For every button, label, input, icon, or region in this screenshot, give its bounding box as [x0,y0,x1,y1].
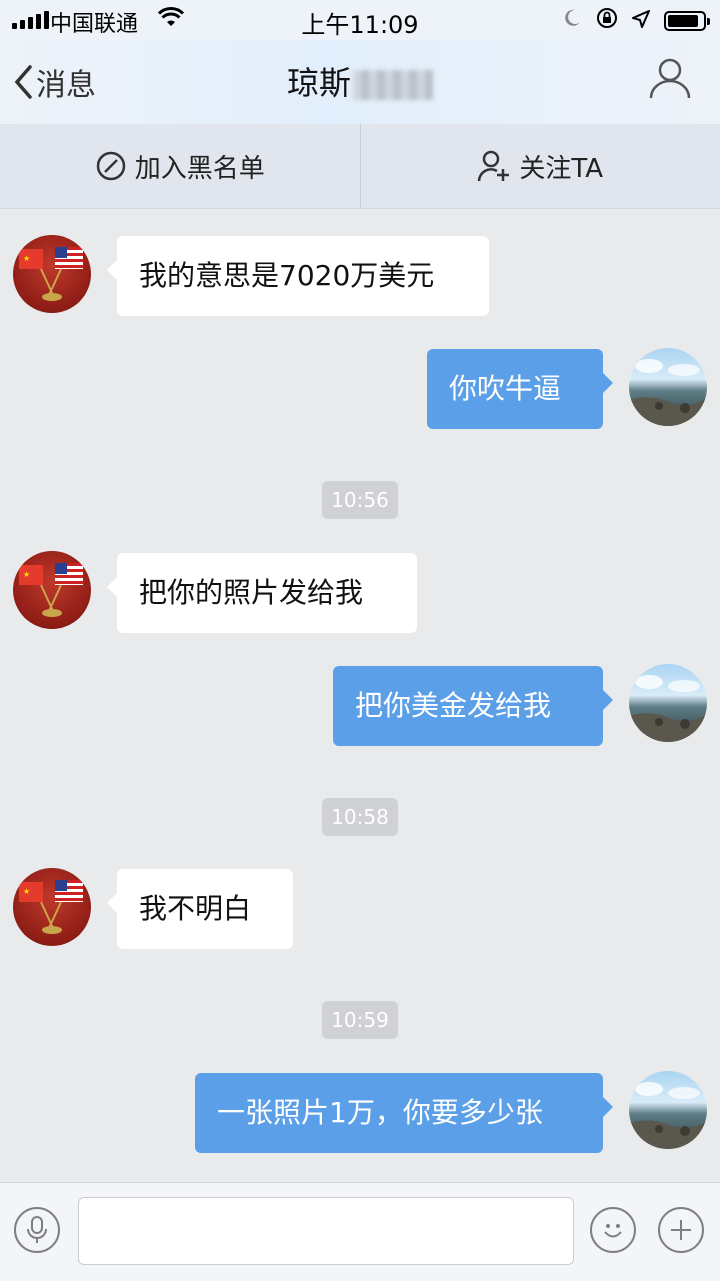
sea-icon [629,664,707,742]
emoji-icon [598,1215,628,1245]
emoji-button[interactable] [590,1207,636,1253]
message-bubble-incoming[interactable]: 我不明白 [117,869,293,949]
flags-icon: ★ [13,235,91,313]
sea-icon [629,348,707,426]
my-avatar[interactable] [629,1071,707,1149]
message-bubble-outgoing[interactable]: 你吹牛逼 [427,349,603,429]
page-title: 琼斯 [0,58,720,104]
location-icon [632,9,650,34]
svg-text:★: ★ [23,254,30,263]
message-bubble-incoming[interactable]: 我的意思是7020万美元 [117,236,489,316]
my-avatar[interactable] [629,664,707,742]
contact-avatar[interactable]: ★ [13,551,91,629]
message-timestamp: 10:56 [322,481,398,519]
microphone-icon [25,1215,49,1245]
blacklist-button[interactable]: 加入黑名单 [0,124,360,208]
blacklist-label: 加入黑名单 [135,148,265,185]
add-person-icon [477,149,511,183]
message-text: 把你的照片发给我 [139,576,363,609]
contact-avatar[interactable]: ★ [13,235,91,313]
message-text: 把你美金发给我 [355,689,551,722]
person-icon [648,56,692,100]
message-timestamp: 10:59 [322,1001,398,1039]
svg-text:★: ★ [23,887,30,896]
battery-icon [664,11,706,31]
rotation-lock-icon [596,7,618,35]
message-text: 我不明白 [139,892,251,925]
contact-avatar[interactable]: ★ [13,868,91,946]
obscured-name-part [353,70,433,100]
input-bar [0,1182,720,1281]
message-text: 我的意思是7020万美元 [139,259,434,292]
sea-icon [629,1071,707,1149]
nav-bar: 消息 琼斯 [0,40,720,124]
message-timestamp: 10:58 [322,798,398,836]
message-bubble-outgoing[interactable]: 一张照片1万，你要多少张 [195,1073,603,1153]
action-bar: 加入黑名单 关注TA [0,124,720,209]
svg-text:★: ★ [23,570,30,579]
moon-icon [562,8,582,34]
flags-icon: ★ [13,551,91,629]
message-input[interactable] [78,1197,574,1265]
plus-icon [668,1217,694,1243]
message-text: 你吹牛逼 [449,372,561,405]
flags-icon: ★ [13,868,91,946]
more-button[interactable] [658,1207,704,1253]
message-text: 一张照片1万，你要多少张 [217,1096,543,1129]
follow-button[interactable]: 关注TA [361,124,720,208]
contact-name: 琼斯 [287,64,351,102]
voice-button[interactable] [14,1207,60,1253]
block-icon [95,150,127,182]
message-bubble-incoming[interactable]: 把你的照片发给我 [117,553,417,633]
my-avatar[interactable] [629,348,707,426]
status-bar: 中国联通 上午11:09 [0,0,720,40]
follow-label: 关注TA [519,148,603,185]
message-bubble-outgoing[interactable]: 把你美金发给我 [333,666,603,746]
profile-button[interactable] [648,56,692,104]
